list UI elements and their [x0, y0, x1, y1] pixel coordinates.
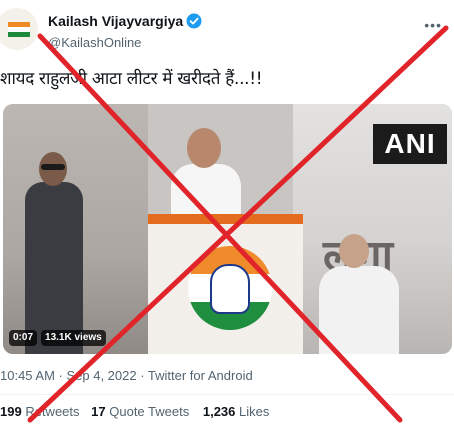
likes-label: Likes [239, 404, 270, 419]
party-hand-logo [188, 246, 272, 330]
divider [0, 394, 454, 395]
likes-count: 1,236 [202, 404, 236, 419]
author-name[interactable]: Kailash Vijayvargiya [48, 13, 183, 29]
tweet-text: शायद राहुलजी आटा लीटर में खरीदते हैं...!… [0, 69, 263, 89]
retweets-stat[interactable]: 199 Retweets [0, 404, 80, 419]
author-handle[interactable]: @KailashOnline [48, 34, 202, 52]
tweet-timestamp[interactable]: 10:45 AM · Sep 4, 2022 · Twitter for And… [0, 368, 253, 383]
more-options-icon[interactable]: ••• [424, 18, 442, 32]
tweet-video[interactable]: लगा ANI 0:07 13.1K views [3, 104, 452, 354]
indian-flag-icon [8, 22, 30, 37]
avatar[interactable] [0, 8, 38, 50]
quotes-stat[interactable]: 17 Quote Tweets [91, 404, 189, 419]
quotes-label: Quote Tweets [109, 404, 190, 419]
video-duration: 0:07 [9, 330, 38, 346]
likes-stat[interactable]: 1,236 Likes [203, 404, 270, 419]
video-badges: 0:07 13.1K views [9, 330, 106, 346]
podium [148, 214, 303, 354]
tweet-stats: 199 Retweets 17 Quote Tweets 1,236 Likes [0, 404, 277, 419]
ani-watermark: ANI [373, 124, 447, 164]
verified-badge-icon [186, 13, 202, 34]
retweets-label: Retweets [25, 404, 80, 419]
video-views: 13.1K views [41, 330, 106, 346]
quotes-count: 17 [91, 404, 106, 419]
retweets-count: 199 [0, 404, 22, 419]
tweet-author: Kailash Vijayvargiya @KailashOnline [48, 12, 202, 52]
